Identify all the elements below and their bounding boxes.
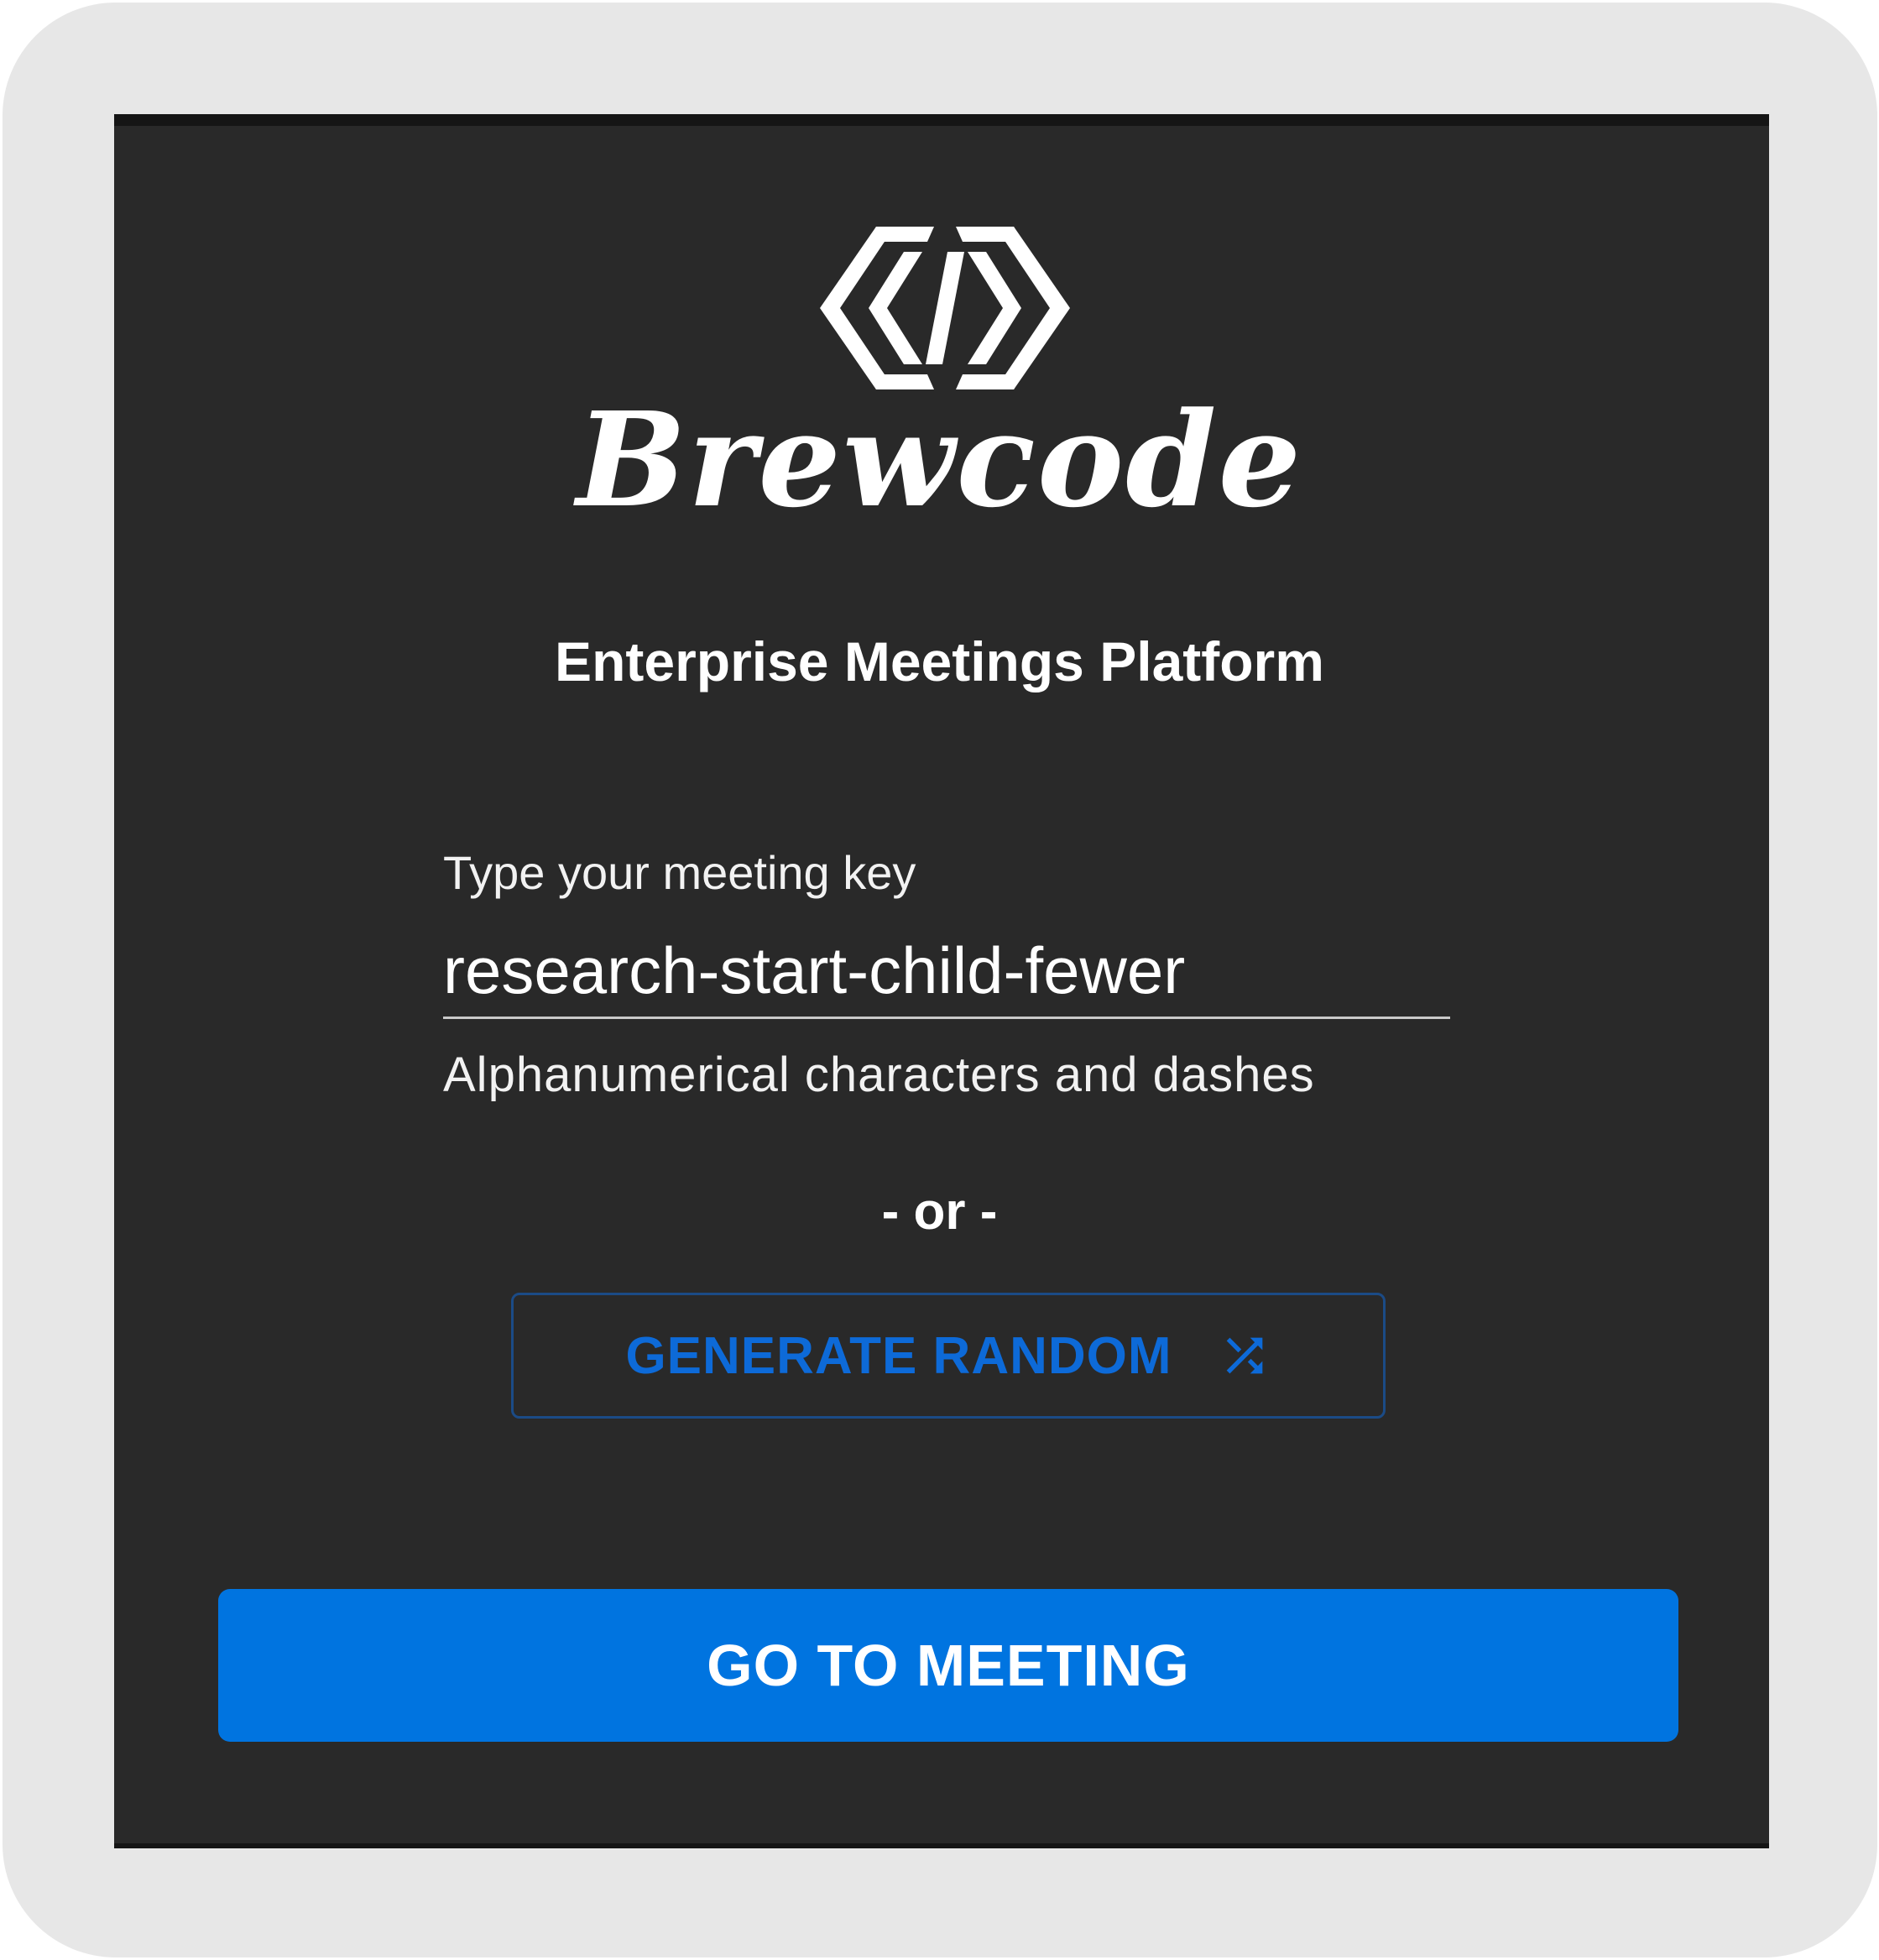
meeting-key-label: Type your meeting key [443, 846, 916, 899]
shuffle-icon [1226, 1337, 1262, 1374]
meeting-key-hint: Alphanumerical characters and dashes [443, 1048, 1315, 1102]
or-separator: - or - [881, 1183, 998, 1241]
meeting-key-field: Type your meeting key Alphanumerical cha… [443, 839, 1450, 1105]
generate-random-button[interactable]: GENERATE RANDOM [511, 1293, 1386, 1419]
go-to-meeting-button[interactable]: GO TO MEETING [218, 1589, 1678, 1742]
meeting-key-input[interactable] [443, 925, 1450, 1019]
brand-logo-text: Brewcode [576, 383, 1303, 536]
platform-subtitle: Enterprise Meetings Platform [555, 630, 1324, 693]
go-to-meeting-label: GO TO MEETING [707, 1633, 1190, 1698]
code-hexagon-icon [820, 227, 1070, 389]
generate-random-label: GENERATE RANDOM [625, 1326, 1172, 1385]
